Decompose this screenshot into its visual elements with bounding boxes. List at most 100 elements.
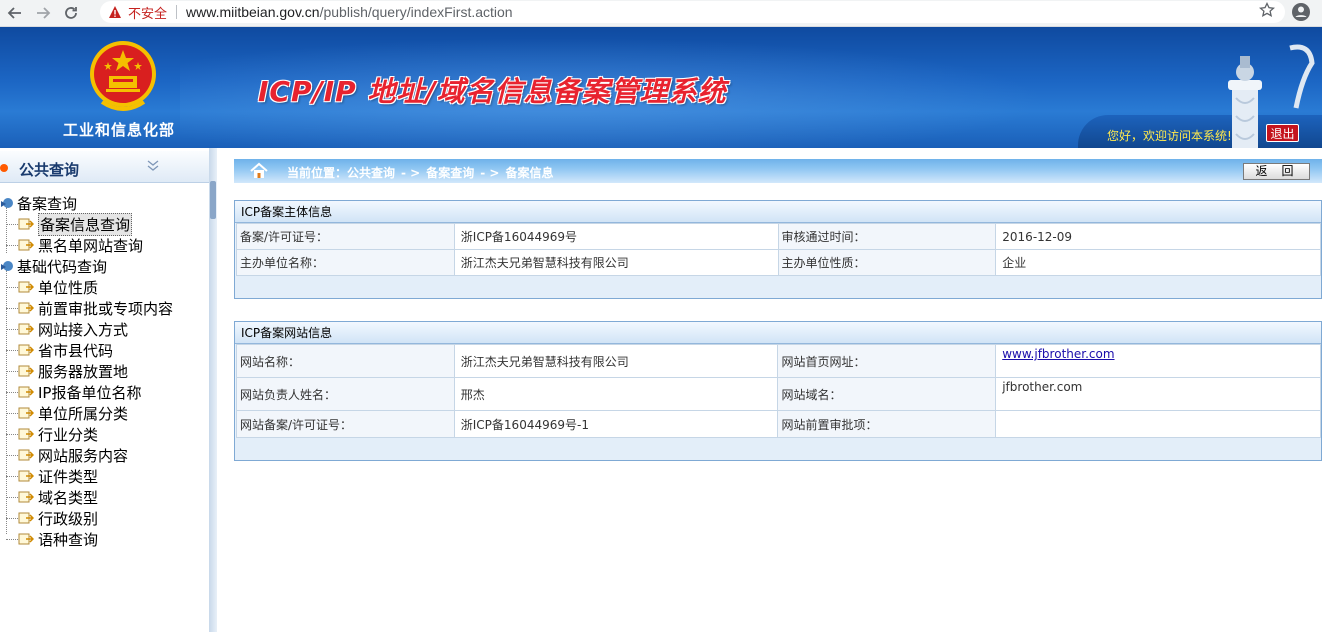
tree-item-industry[interactable]: 行业分类 [6, 424, 98, 444]
field-label: 网站负责人姓名： [236, 377, 455, 411]
field-label: 主办单位名称： [236, 249, 455, 276]
tree-item-filing-info-query[interactable]: 备案信息查询 [6, 212, 133, 236]
breadcrumb-root[interactable]: 当前位置：公共查询 [287, 166, 395, 180]
tree-item-label: 语种查询 [38, 530, 99, 549]
tree-item-domain-type[interactable]: 域名类型 [6, 487, 98, 507]
field-value: 2016-12-09 [995, 223, 1321, 250]
document-arrow-icon [18, 323, 34, 335]
homepage-link[interactable]: www.jfbrother.com [1002, 347, 1114, 361]
panel-title: ICP备案主体信息 [235, 201, 1321, 223]
tree-connector [6, 496, 18, 498]
document-arrow-icon [18, 407, 34, 419]
field-value: 浙ICP备16044969号-1 [453, 410, 779, 438]
ministry-name: 工业和信息化部 [63, 121, 176, 139]
tree-item-label: 网站服务内容 [38, 446, 129, 465]
tree-item-label: 证件类型 [38, 467, 99, 486]
tree-item-label: 服务器放置地 [38, 362, 129, 381]
tree-item-unit-nature[interactable]: 单位性质 [6, 277, 98, 297]
panel-title: ICP备案网站信息 [235, 322, 1321, 344]
tree-item-label: 网站接入方式 [38, 320, 129, 339]
tree-item-region-code[interactable]: 省市县代码 [6, 340, 113, 360]
forward-arrow-icon[interactable] [30, 2, 56, 24]
url-text[interactable]: www.miitbeian.gov.cn/publish/query/index… [186, 4, 513, 20]
panel-footer [235, 438, 1321, 460]
back-arrow-icon[interactable] [2, 2, 28, 24]
sidebar-section-title: 公共查询 [19, 161, 80, 179]
home-icon[interactable] [249, 161, 269, 181]
tree-group-filing-query[interactable]: 备案查询 [0, 193, 77, 213]
tree-item-label: IP报备单位名称 [38, 383, 142, 402]
tree-item-label: 备案信息查询 [38, 212, 133, 236]
tree-connector [6, 349, 18, 351]
field-label: 主办单位性质： [777, 249, 997, 276]
tree-item-ip-unit-name[interactable]: IP报备单位名称 [6, 382, 141, 402]
chevron-down-icon[interactable] [146, 158, 160, 176]
document-arrow-icon [18, 218, 34, 230]
tree-item-label: 行政级别 [38, 509, 99, 528]
document-arrow-icon [18, 512, 34, 524]
star-icon[interactable] [1258, 1, 1276, 22]
field-value: 浙江杰夫兄弟智慧科技有限公司 [453, 344, 779, 378]
tree-connector [6, 475, 18, 477]
tree-item-label: 行业分类 [38, 425, 99, 444]
tree-connector [6, 286, 18, 288]
tree-connector [6, 454, 18, 456]
account-icon[interactable] [1290, 1, 1312, 23]
tree-connector [6, 370, 18, 372]
tree-item-admin-level[interactable]: 行政级别 [6, 508, 98, 528]
reload-icon[interactable] [58, 2, 84, 24]
sidebar-header[interactable]: 公共查询 [0, 151, 209, 183]
tree-item-blacklist-query[interactable]: 黑名单网站查询 [6, 235, 143, 255]
field-value: jfbrother.com [995, 377, 1321, 411]
field-label: 网站首页网址： [777, 344, 997, 378]
omnibox-divider [176, 5, 178, 19]
tree-item-unit-category[interactable]: 单位所属分类 [6, 403, 128, 423]
security-label[interactable]: 不安全 [128, 3, 167, 22]
document-arrow-icon [18, 281, 34, 293]
tree-connector [6, 307, 18, 309]
document-arrow-icon [18, 533, 34, 545]
subject-info-table: 备案/许可证号： 浙ICP备16044969号 审核通过时间： 2016-12-… [236, 223, 1321, 276]
document-arrow-icon [18, 428, 34, 440]
document-arrow-icon [18, 365, 34, 377]
tree-item-id-type[interactable]: 证件类型 [6, 466, 98, 486]
warning-icon [109, 6, 121, 18]
tree-item-server-location[interactable]: 服务器放置地 [6, 361, 128, 381]
website-info-table: 网站名称： 浙江杰夫兄弟智慧科技有限公司 网站首页网址： www.jfbroth… [236, 344, 1321, 438]
welcome-message: 您好，欢迎访问本系统! [1107, 129, 1232, 143]
breadcrumb-separator: - > [401, 166, 421, 180]
tree-connector [6, 412, 18, 414]
field-label: 网站名称： [236, 344, 455, 378]
document-arrow-icon [18, 344, 34, 356]
logout-button[interactable]: 退出 [1266, 124, 1299, 142]
address-bar[interactable]: 不安全 www.miitbeian.gov.cn/publish/query/i… [100, 1, 1285, 23]
url-host: www.miitbeian.gov.cn [186, 4, 320, 20]
tree-group-basic-code-query[interactable]: 基础代码查询 [0, 256, 107, 276]
panel-footer [235, 276, 1321, 298]
sidebar: 公共查询 备案查询 备案信息查询 黑名单网站查询 基础代码查询 单位性质 前置审… [0, 148, 217, 632]
main-content: 当前位置：公共查询 - > 备案查询 - > 备案信息 返回 ICP备案主体信息 备案/… [217, 148, 1322, 632]
document-arrow-icon [18, 386, 34, 398]
field-value: www.jfbrother.com [995, 344, 1321, 378]
breadcrumb-level2[interactable]: 备案查询 [426, 166, 474, 180]
tree-group-label: 备案查询 [17, 194, 78, 213]
icp-subject-panel: ICP备案主体信息 备案/许可证号： 浙ICP备16044969号 审核通过时间… [234, 200, 1322, 299]
national-emblem-icon [90, 41, 156, 111]
icp-website-panel: ICP备案网站信息 网站名称： 浙江杰夫兄弟智慧科技有限公司 网站首页网址： w… [234, 321, 1322, 461]
table-row: 网站名称： 浙江杰夫兄弟智慧科技有限公司 网站首页网址： www.jfbroth… [236, 344, 1321, 378]
field-label: 审核通过时间： [777, 223, 997, 250]
tree-item-pre-approval[interactable]: 前置审批或专项内容 [6, 298, 173, 318]
document-arrow-icon [18, 470, 34, 482]
sidebar-scrollbar[interactable] [209, 148, 217, 632]
tree-group-label: 基础代码查询 [17, 257, 108, 276]
back-button[interactable]: 返回 [1243, 163, 1310, 180]
tree-item-service-content[interactable]: 网站服务内容 [6, 445, 128, 465]
breadcrumb-current: 备案信息 [505, 166, 554, 180]
tree-item-label: 省市县代码 [38, 341, 114, 360]
browser-toolbar: 不安全 www.miitbeian.gov.cn/publish/query/i… [0, 0, 1322, 27]
tree-item-access-method[interactable]: 网站接入方式 [6, 319, 128, 339]
scrollbar-handle[interactable] [210, 181, 216, 219]
tree-connector [6, 538, 18, 540]
system-title: ICP/IP 地址/域名信息备案管理系统 [258, 75, 727, 108]
tree-item-language-query[interactable]: 语种查询 [6, 529, 98, 549]
